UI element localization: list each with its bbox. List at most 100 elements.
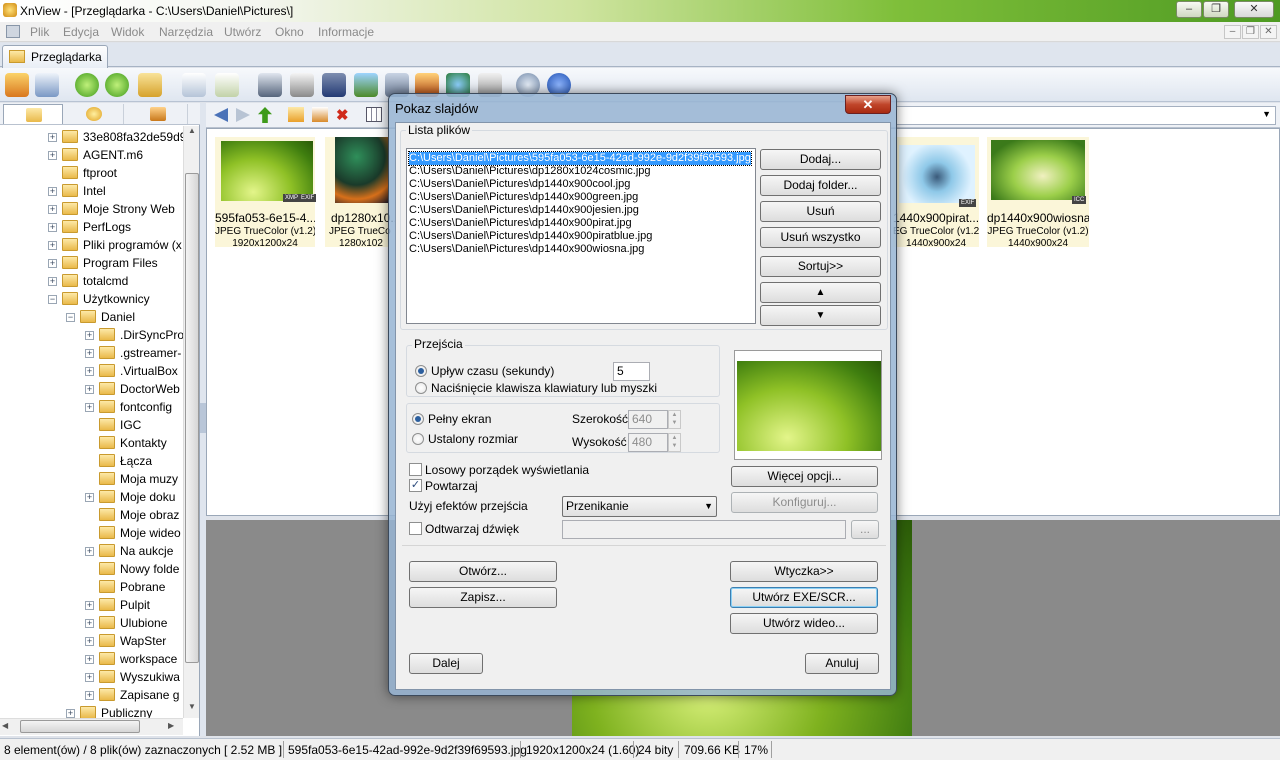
- tree-node[interactable]: + AGENT.m6: [0, 146, 183, 164]
- tree-node[interactable]: − Użytkownicy: [0, 290, 183, 308]
- tab-folders[interactable]: [3, 104, 63, 124]
- rename-icon[interactable]: [312, 107, 328, 122]
- tree-node[interactable]: + fontconfig: [0, 398, 183, 416]
- tree-vertical-scrollbar[interactable]: ▲ ▼: [183, 126, 199, 718]
- more-options-button[interactable]: Więcej opcji...: [731, 466, 878, 487]
- mdi-close-button[interactable]: ✕: [1260, 25, 1277, 39]
- tree-node[interactable]: ftproot: [0, 164, 183, 182]
- tree-node[interactable]: + .DirSyncPro: [0, 326, 183, 344]
- tree-expander[interactable]: +: [85, 493, 94, 502]
- height-spinner[interactable]: ▲ ▼: [668, 433, 681, 452]
- scroll-down-arrow-icon[interactable]: ▼: [186, 702, 198, 717]
- open-button[interactable]: Otwórz...: [409, 561, 557, 582]
- effect-select[interactable]: Przenikanie ▼: [562, 496, 717, 517]
- chevron-down-icon[interactable]: ▼: [1262, 109, 1271, 119]
- play-sound-checkbox[interactable]: [409, 522, 422, 535]
- file-list-item[interactable]: C:\Users\Daniel\Pictures\dp1280x1024cosm…: [409, 165, 651, 178]
- tab-przegladarka[interactable]: Przeglądarka: [2, 45, 108, 68]
- address-dropdown[interactable]: ▼: [896, 106, 1276, 125]
- tree-expander[interactable]: +: [85, 385, 94, 394]
- menu-okno[interactable]: Okno: [275, 25, 304, 39]
- tree-node[interactable]: Pobrane: [0, 578, 183, 596]
- tree-expander[interactable]: +: [48, 187, 57, 196]
- tree-expander[interactable]: +: [48, 223, 57, 232]
- mdi-minimize-button[interactable]: ‒: [1224, 25, 1241, 39]
- tree-expander[interactable]: −: [48, 295, 57, 304]
- close-button[interactable]: ✕: [1234, 1, 1274, 18]
- move-to-icon[interactable]: [138, 73, 162, 97]
- tree-node[interactable]: + Na aukcje: [0, 542, 183, 560]
- remove-all-button[interactable]: Usuń wszystko: [760, 227, 881, 248]
- tree-expander[interactable]: +: [48, 151, 57, 160]
- new-folder-icon[interactable]: [288, 107, 304, 122]
- tree-node[interactable]: + WapSter: [0, 632, 183, 650]
- tree-node[interactable]: + Ulubione: [0, 614, 183, 632]
- tree-expander[interactable]: +: [85, 403, 94, 412]
- back-arrow-icon[interactable]: [214, 108, 228, 122]
- tree-node[interactable]: + workspace: [0, 650, 183, 668]
- file-list-item[interactable]: C:\Users\Daniel\Pictures\dp1440x900jesie…: [409, 204, 639, 217]
- delete-icon[interactable]: ✖: [336, 106, 350, 124]
- radio-time-interval[interactable]: [415, 365, 427, 377]
- thumbnail-item[interactable]: EXIF 1440x900pirat... EG TrueColor (v1.2…: [893, 137, 979, 249]
- remove-button[interactable]: Usuń: [760, 201, 881, 222]
- tree-node[interactable]: +33e808fa32de59d9: [0, 128, 183, 146]
- tree-node[interactable]: + Pliki programów (x: [0, 236, 183, 254]
- tree-scroll-thumb[interactable]: [185, 173, 199, 663]
- tree-expander[interactable]: +: [85, 691, 94, 700]
- menu-edycja[interactable]: Edycja: [63, 25, 99, 39]
- random-order-checkbox[interactable]: [409, 463, 422, 476]
- tree-expander[interactable]: +: [48, 277, 57, 286]
- create-exe-button[interactable]: Utwórz EXE/SCR...: [730, 587, 878, 608]
- tree-node[interactable]: + .gstreamer-: [0, 344, 183, 362]
- move-down-button[interactable]: ▼: [760, 305, 881, 326]
- tree-expander[interactable]: +: [48, 241, 57, 250]
- menu-informacje[interactable]: Informacje: [318, 25, 374, 39]
- add-folder-button[interactable]: Dodaj folder...: [760, 175, 881, 196]
- save-button[interactable]: Zapisz...: [409, 587, 557, 608]
- tree-expander[interactable]: +: [85, 655, 94, 664]
- scroll-up-arrow-icon[interactable]: ▲: [186, 126, 198, 141]
- file-list-item[interactable]: C:\Users\Daniel\Pictures\dp1440x900green…: [409, 191, 638, 204]
- tree-node[interactable]: + Zapisane g: [0, 686, 183, 704]
- file-list-item[interactable]: C:\Users\Daniel\Pictures\dp1440x900pirat…: [409, 230, 652, 243]
- thumbnail-item[interactable]: XMP EXIF 595fa053-6e15-4... JPEG TrueCol…: [215, 137, 317, 249]
- height-input[interactable]: 480: [628, 433, 668, 452]
- add-button[interactable]: Dodaj...: [760, 149, 881, 170]
- cancel-button[interactable]: Anuluj: [805, 653, 879, 674]
- tree-expander[interactable]: +: [85, 349, 94, 358]
- refresh-icon[interactable]: [75, 73, 99, 97]
- tree-node[interactable]: Nowy folde: [0, 560, 183, 578]
- fullscreen-icon[interactable]: [35, 73, 59, 97]
- tree-expander[interactable]: +: [85, 637, 94, 646]
- view-mode-icon[interactable]: [366, 107, 382, 122]
- tree-node[interactable]: + Moje doku: [0, 488, 183, 506]
- move-up-button[interactable]: ▲: [760, 282, 881, 303]
- tree-expander[interactable]: +: [48, 259, 57, 268]
- browser-icon[interactable]: [5, 73, 29, 97]
- radio-fixed-size[interactable]: [412, 433, 424, 445]
- scroll-right-arrow-icon[interactable]: ▶: [168, 721, 174, 730]
- mdi-document-icon[interactable]: [6, 25, 20, 38]
- maximize-button[interactable]: ❐: [1203, 1, 1229, 18]
- repeat-checkbox[interactable]: ✓: [409, 479, 422, 492]
- radio-fullscreen[interactable]: [412, 413, 424, 425]
- tree-node[interactable]: Moje wideo: [0, 524, 183, 542]
- plugin-button[interactable]: Wtyczka>>: [730, 561, 878, 582]
- properties-icon[interactable]: [182, 73, 206, 97]
- next-button[interactable]: Dalej: [409, 653, 483, 674]
- tree-expander[interactable]: +: [85, 601, 94, 610]
- configure-button[interactable]: Konfiguruj...: [731, 492, 878, 513]
- width-spinner[interactable]: ▲ ▼: [668, 410, 681, 429]
- menu-narzedzia[interactable]: Narzędzia: [159, 25, 213, 39]
- slideshow-icon[interactable]: [354, 73, 378, 97]
- browse-sound-button[interactable]: ...: [851, 520, 879, 539]
- up-folder-icon[interactable]: [258, 107, 272, 123]
- menu-widok[interactable]: Widok: [111, 25, 144, 39]
- tree-expander[interactable]: +: [66, 709, 75, 718]
- tree-expander[interactable]: +: [85, 673, 94, 682]
- tree-node[interactable]: IGC: [0, 416, 183, 434]
- file-list-item[interactable]: C:\Users\Daniel\Pictures\dp1440x900wiosn…: [409, 243, 644, 256]
- minimize-button[interactable]: ‒: [1176, 1, 1202, 18]
- tree-expander[interactable]: +: [48, 205, 57, 214]
